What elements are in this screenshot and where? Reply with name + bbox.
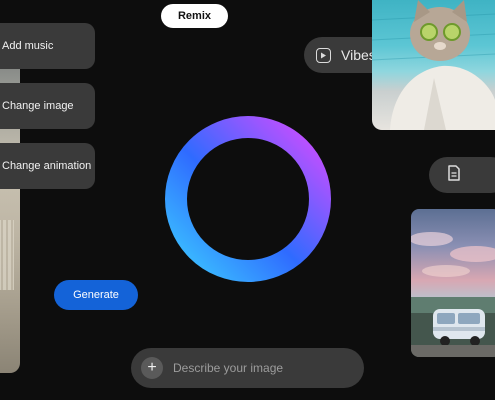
loading-ring xyxy=(165,116,331,282)
play-icon xyxy=(316,47,331,63)
cat-photo-illustration xyxy=(372,0,495,130)
vibes-label: Vibes xyxy=(341,47,376,63)
remix-button[interactable]: Remix xyxy=(161,4,228,28)
prompt-placeholder: Describe your image xyxy=(173,361,284,375)
document-icon xyxy=(447,164,461,186)
cat-photo-thumbnail[interactable] xyxy=(372,0,495,130)
remix-label: Remix xyxy=(177,10,212,22)
generate-button[interactable]: Generate xyxy=(54,280,138,310)
plus-icon[interactable]: + xyxy=(141,357,163,379)
van-illustration xyxy=(411,232,495,357)
landscape-photo-thumbnail[interactable] xyxy=(411,209,495,357)
change-animation-label: Change animation xyxy=(2,160,92,172)
add-music-label: Add music xyxy=(2,40,54,52)
add-music-button[interactable]: Add music xyxy=(0,23,95,69)
document-button[interactable] xyxy=(429,157,495,193)
change-animation-button[interactable]: Change animation xyxy=(0,143,95,189)
change-image-button[interactable]: Change image xyxy=(0,83,95,129)
prompt-input[interactable]: + Describe your image xyxy=(131,348,364,388)
change-image-label: Change image xyxy=(2,100,74,112)
left-photo-thumbnail[interactable] xyxy=(0,30,20,373)
generate-label: Generate xyxy=(73,289,119,301)
